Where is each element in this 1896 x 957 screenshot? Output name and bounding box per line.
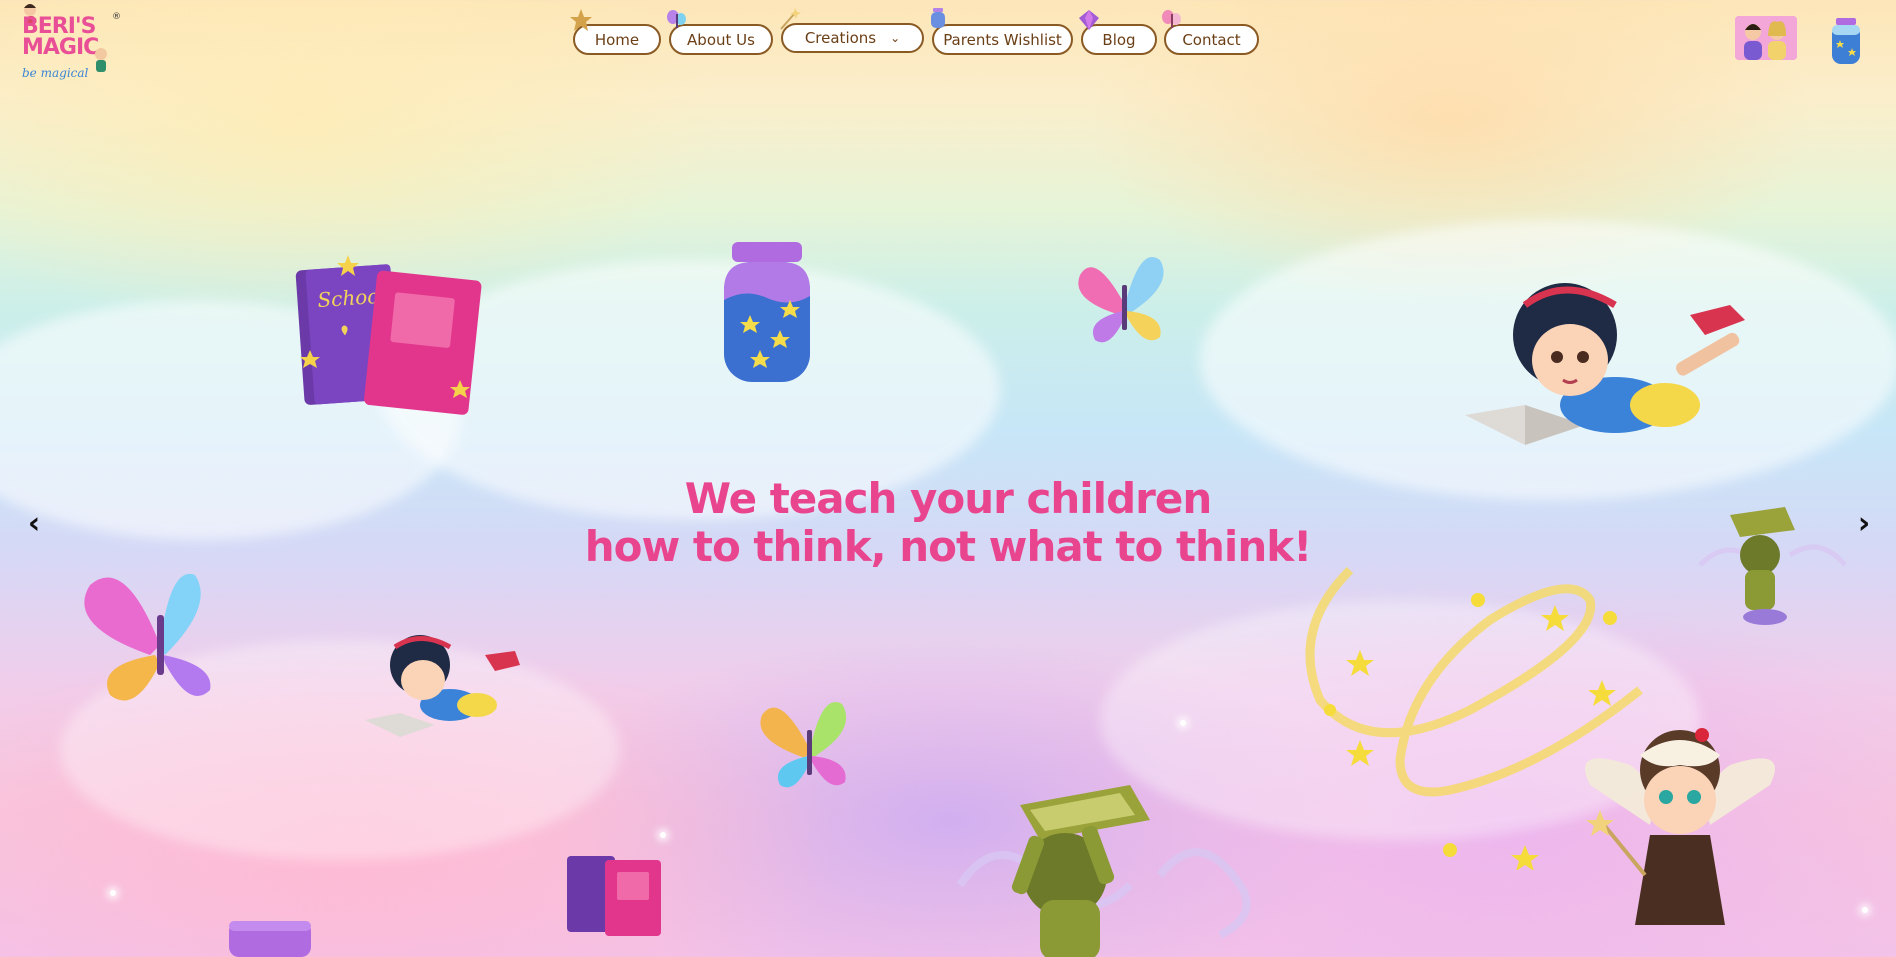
nav-parents-wishlist[interactable]: Parents Wishlist <box>931 8 1073 55</box>
family-avatar-button[interactable] <box>1735 16 1797 60</box>
hero-headline-line2: how to think, not what to think! <box>584 522 1313 571</box>
nav-home[interactable]: Home <box>570 9 661 55</box>
nav-contact[interactable]: Contact <box>1162 10 1259 55</box>
school-books-small-illustration <box>567 856 661 936</box>
chevron-down-icon: ⌄ <box>890 31 901 45</box>
sparkle <box>110 890 116 896</box>
wand-icon <box>780 8 801 30</box>
girl-reading-illustration <box>1465 283 1745 445</box>
nav-creations[interactable]: Creations ⌄ <box>780 8 924 53</box>
wish-jar-button[interactable] <box>1830 16 1862 66</box>
star-jar-illustration <box>724 242 810 382</box>
butterfly-icon <box>667 10 686 28</box>
hero-headline: We teach your children how to think, not… <box>0 475 1896 571</box>
star-jar-icon <box>1832 18 1860 64</box>
butterfly-illustration <box>1078 257 1164 343</box>
sparkle <box>660 832 666 838</box>
hero-headline-line1: We teach your children <box>684 474 1212 523</box>
nav-blog[interactable]: Blog <box>1079 10 1157 55</box>
nav-about-us[interactable]: About Us <box>667 10 773 55</box>
fairy-illustration <box>1585 728 1775 925</box>
main-nav: Home About Us Creations ⌄ Parents Wishli… <box>0 8 1896 60</box>
star-jar-lid-illustration <box>229 921 311 957</box>
sparkle <box>1180 720 1186 726</box>
brand-tagline: be magical <box>22 66 89 80</box>
sparkle <box>1862 907 1868 913</box>
butterfly-icon <box>1162 10 1181 28</box>
butterfly-illustration <box>84 573 211 701</box>
registered-mark: ® <box>112 12 121 22</box>
butterfly-illustration <box>760 701 847 788</box>
potion-icon <box>931 8 945 28</box>
family-icon <box>1735 16 1797 60</box>
school-books-illustration: School <box>295 255 482 415</box>
star-icon <box>570 9 592 31</box>
girl-reading-small-illustration <box>365 635 520 737</box>
boy-with-book-illustration <box>956 785 1251 957</box>
gem-icon <box>1079 10 1099 30</box>
